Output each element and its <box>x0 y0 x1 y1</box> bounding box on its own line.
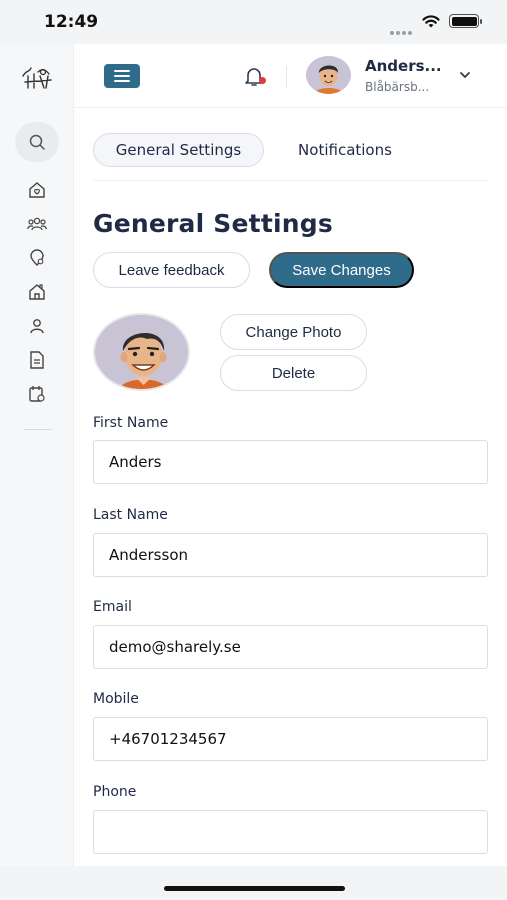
home-heart-icon <box>29 182 45 198</box>
profile-photo <box>93 313 190 391</box>
user-name[interactable]: Anders... <box>365 57 442 75</box>
search-button[interactable] <box>15 122 59 162</box>
first-name-label: First Name <box>93 415 169 431</box>
sidebar <box>0 44 74 866</box>
users-group-icon <box>27 217 47 231</box>
chevron-down-icon[interactable] <box>458 68 472 82</box>
sidebar-item-profile[interactable] <box>27 316 47 336</box>
mobile-label: Mobile <box>93 691 139 707</box>
menu-button[interactable] <box>104 64 140 88</box>
tab-general-settings[interactable]: General Settings <box>93 133 264 167</box>
home-indicator[interactable] <box>164 886 345 891</box>
change-photo-button[interactable]: Change Photo <box>220 314 367 350</box>
email-label: Email <box>93 599 132 615</box>
person-icon <box>30 319 44 334</box>
last-name-field[interactable]: Andersson <box>93 533 488 577</box>
status-time: 12:49 <box>44 12 99 32</box>
hamburger-icon <box>114 70 130 72</box>
sidebar-item-home-heart[interactable] <box>27 180 47 200</box>
sidebar-item-users[interactable] <box>27 214 47 234</box>
notification-bell-icon[interactable] <box>242 64 266 88</box>
sidebar-item-location[interactable] <box>27 248 47 268</box>
location-heart-icon <box>30 249 44 266</box>
avatar[interactable] <box>306 56 351 94</box>
document-icon <box>30 351 44 369</box>
sidebar-item-calendar[interactable] <box>27 384 47 404</box>
page-title: General Settings <box>93 209 333 238</box>
phone-field[interactable] <box>93 810 488 854</box>
delete-photo-button[interactable]: Delete <box>220 355 367 391</box>
profile-photo-illustration <box>95 315 188 389</box>
leave-feedback-button[interactable]: Leave feedback <box>93 252 250 288</box>
user-organization: Blåbärsb... <box>365 80 430 94</box>
search-icon <box>29 134 45 150</box>
sidebar-item-house[interactable] <box>27 282 47 302</box>
avatar-illustration <box>306 56 351 94</box>
bottom-bar <box>0 866 507 900</box>
top-bar: Anders... Blåbärsb... <box>74 44 507 108</box>
phone-label: Phone <box>93 784 137 800</box>
notification-dot <box>259 77 266 84</box>
house-icon <box>29 284 45 300</box>
battery-icon <box>449 14 482 28</box>
calendar-home-icon <box>29 386 45 402</box>
last-name-label: Last Name <box>93 507 168 523</box>
sidebar-divider <box>24 429 52 430</box>
sidebar-item-documents[interactable] <box>27 350 47 370</box>
signal-dots-icon <box>390 20 414 35</box>
tab-notifications[interactable]: Notifications <box>288 133 402 167</box>
settings-tabs: General Settings Notifications <box>93 133 488 181</box>
status-bar: 12:49 <box>0 0 507 44</box>
save-changes-button[interactable]: Save Changes <box>269 252 414 288</box>
logo-icon[interactable] <box>20 64 54 94</box>
wifi-icon <box>422 15 440 28</box>
email-field[interactable]: demo@sharely.se <box>93 625 488 669</box>
mobile-field[interactable]: +46701234567 <box>93 717 488 761</box>
first-name-field[interactable]: Anders <box>93 440 488 484</box>
header-divider <box>286 66 287 88</box>
